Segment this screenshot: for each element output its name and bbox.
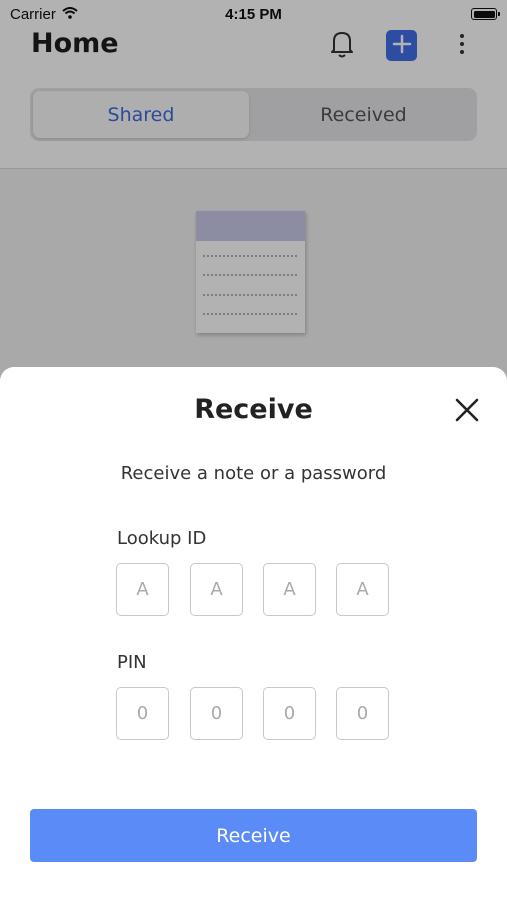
pin-digit-input[interactable]: 0 — [190, 687, 243, 740]
receive-button[interactable]: Receive — [30, 809, 477, 862]
lookup-id-char-input[interactable]: A — [336, 563, 389, 616]
pin-label: PIN — [117, 652, 147, 673]
close-icon — [454, 397, 480, 427]
lookup-id-char-input[interactable]: A — [263, 563, 316, 616]
receive-sheet: Receive Receive a note or a password Loo… — [0, 367, 507, 900]
sheet-subtitle: Receive a note or a password — [120, 463, 387, 484]
sheet-title: Receive — [194, 394, 313, 425]
app-screen: Carrier 4:15 PM Home Shared Received Rec… — [0, 0, 507, 900]
close-button[interactable] — [452, 397, 482, 427]
pin-digit-input[interactable]: 0 — [336, 687, 389, 740]
lookup-id-char-input[interactable]: A — [190, 563, 243, 616]
pin-digit-input[interactable]: 0 — [116, 687, 169, 740]
pin-digit-input[interactable]: 0 — [263, 687, 316, 740]
lookup-id-char-input[interactable]: A — [116, 563, 169, 616]
lookup-id-label: Lookup ID — [117, 528, 207, 549]
